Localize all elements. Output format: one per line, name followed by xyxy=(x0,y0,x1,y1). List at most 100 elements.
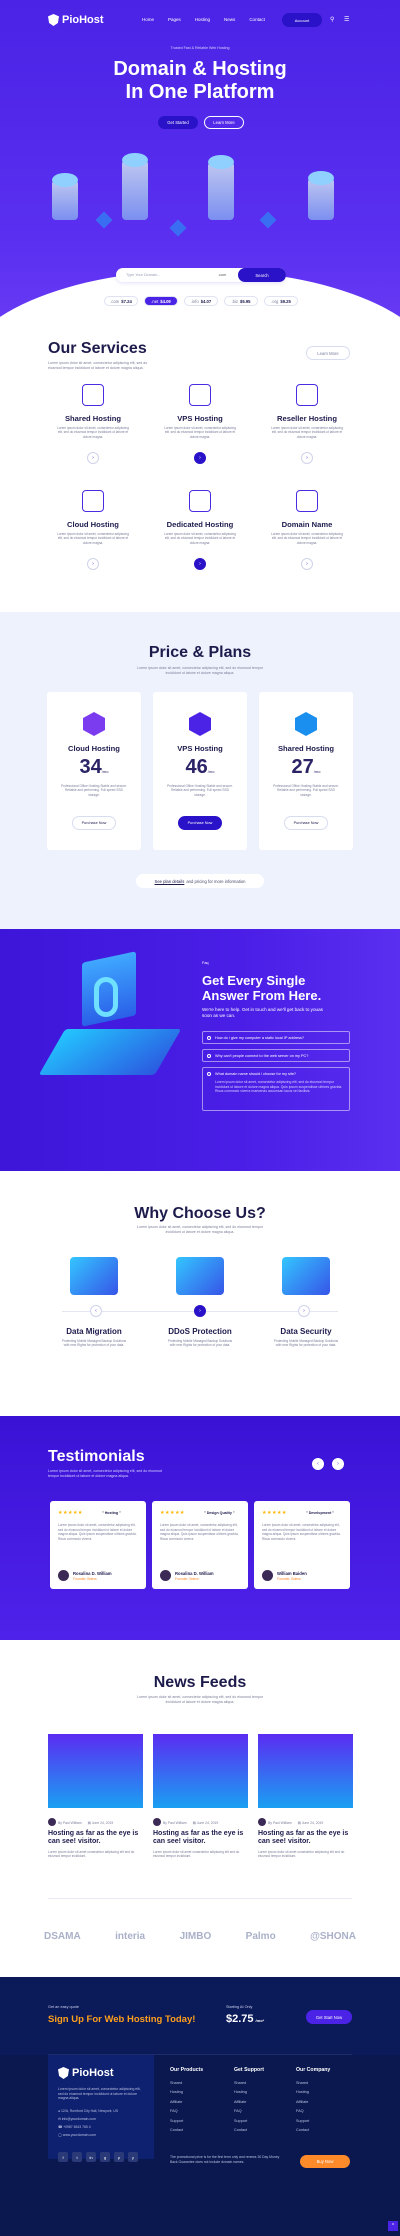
purchase-button[interactable]: Purchase Now xyxy=(178,816,222,830)
nav-item-contact[interactable]: Contact xyxy=(249,17,265,22)
buy-now-button[interactable]: Buy Now xyxy=(300,2155,350,2168)
news-title[interactable]: Hosting as far as the eye is can see! vi… xyxy=(153,1830,245,1847)
news-meta: By Paul William ▤June 24, 2019 xyxy=(48,1816,143,1826)
footer-link[interactable]: Hosting xyxy=(234,2090,294,2094)
social-icon[interactable]: p xyxy=(114,2152,124,2162)
footer-phone[interactable]: ☎ +0987 6543 765 4 xyxy=(58,2123,118,2131)
services-view-all-button[interactable]: Learn More xyxy=(306,346,350,360)
plan-name: Cloud Hosting xyxy=(68,744,120,753)
logo[interactable]: PioHost xyxy=(48,14,104,26)
footer-logo[interactable]: PioHost xyxy=(58,2067,114,2079)
brand-logos: DSAMA interia JIMBO Palmo @SHONA xyxy=(44,1931,356,1942)
footer-link[interactable]: Shared xyxy=(296,2081,356,2085)
footer-link[interactable]: Hosting xyxy=(296,2090,356,2094)
purchase-button[interactable]: Purchase Now xyxy=(72,816,116,830)
news-title[interactable]: Hosting as far as the eye is can see! vi… xyxy=(48,1830,140,1847)
nav-item-news[interactable]: News xyxy=(224,17,235,22)
faq-title: Get Every Single Answer From Here. xyxy=(202,973,322,1003)
service-arrow-icon[interactable]: › xyxy=(87,452,99,464)
footer-link[interactable]: Hosting xyxy=(170,2090,230,2094)
footer-promo: The promotional price is for the first t… xyxy=(170,2155,280,2164)
faq-question-3-open[interactable]: What domain name should i choose for my … xyxy=(202,1067,350,1111)
footer-link[interactable]: Shared xyxy=(170,2081,230,2085)
purchase-button[interactable]: Purchase Now xyxy=(284,816,328,830)
footer-link[interactable]: Support xyxy=(234,2119,294,2123)
news-image[interactable] xyxy=(153,1734,248,1808)
service-arrow-icon[interactable]: › xyxy=(301,558,313,570)
next-active-arrow-icon[interactable]: › xyxy=(194,1305,206,1317)
footer-link[interactable]: Support xyxy=(296,2119,356,2123)
cta-start-button[interactable]: Get Start Now xyxy=(306,2010,352,2024)
learn-more-button[interactable]: Learn More xyxy=(204,116,244,129)
service-arrow-icon[interactable]: › xyxy=(301,452,313,464)
get-started-button[interactable]: Get Started xyxy=(158,116,198,129)
service-arrow-icon[interactable]: › xyxy=(194,558,206,570)
lock-icon xyxy=(94,977,118,1017)
tld-chip[interactable]: .info $4.07 xyxy=(184,296,218,306)
news-image[interactable] xyxy=(48,1734,143,1808)
footer-link[interactable]: FAQ xyxy=(170,2109,230,2113)
plan-price-value: 46 xyxy=(185,756,208,778)
why-desc: Protecting Mobile Managed Backup Solutio… xyxy=(167,1339,233,1348)
cta-price-label: Starting At Only xyxy=(226,2005,253,2009)
tld-select[interactable]: .com xyxy=(218,273,226,277)
footer-link[interactable]: Support xyxy=(170,2119,230,2123)
social-icon[interactable]: g xyxy=(100,2152,110,2162)
social-icon[interactable]: f xyxy=(58,2152,68,2162)
news-excerpt: Lorem ipsum dolor sit amet consectetur a… xyxy=(48,1850,135,1859)
service-arrow-icon[interactable]: › xyxy=(87,558,99,570)
scroll-top-icon[interactable]: ^ xyxy=(388,2221,398,2231)
testimonial-next-arrow-icon[interactable]: › xyxy=(332,1458,344,1470)
testimonial-text: Lorem ipsum dolor sit amet, consectetur … xyxy=(160,1523,239,1541)
account-button[interactable]: Account xyxy=(282,13,322,27)
news-title[interactable]: Hosting as far as the eye is can see! vi… xyxy=(258,1830,350,1847)
footer-link[interactable]: Contact xyxy=(234,2128,294,2132)
search-icon[interactable]: ⚲ xyxy=(330,17,337,24)
footer-link[interactable]: Affiliate xyxy=(296,2100,356,2104)
next-arrow-icon[interactable]: › xyxy=(298,1305,310,1317)
rating-stars-icon: ★★★★★ xyxy=(58,1510,83,1516)
tld-chip[interactable]: .org $9.25 xyxy=(264,296,298,306)
faq-section: Faq Get Every Single Answer From Here. We… xyxy=(0,929,400,1171)
service-card: Shared Hosting Lorem ipsum dolor sit amet… xyxy=(55,374,131,474)
footer-link[interactable]: Contact xyxy=(170,2128,230,2132)
tld-name: .org xyxy=(271,298,279,304)
pricing-card: Cloud Hosting 34/mo Professional Office Ho… xyxy=(47,692,141,850)
footer-link[interactable]: Affiliate xyxy=(170,2100,230,2104)
footer-email[interactable]: ✉ info@yourdomain.com xyxy=(58,2115,118,2123)
nav-item-home[interactable]: Home xyxy=(142,17,154,22)
footer-link[interactable]: FAQ xyxy=(296,2109,356,2113)
tld-chip[interactable]: .com $7.24 xyxy=(104,296,138,306)
news-image[interactable] xyxy=(258,1734,353,1808)
testimonial-card: ★★★★★ " Hosting " Lorem ipsum dolor sit am… xyxy=(50,1501,146,1589)
footer-web[interactable]: ◯ www.yourdomain.com xyxy=(58,2131,118,2139)
tld-chip[interactable]: .biz $5.95 xyxy=(224,296,258,306)
cart-icon[interactable]: ☰ xyxy=(344,17,351,24)
footer-link[interactable]: FAQ xyxy=(234,2109,294,2113)
brand-logo: Palmo xyxy=(245,1931,276,1942)
prev-arrow-icon[interactable]: ‹ xyxy=(90,1305,102,1317)
calendar-icon: ▤ xyxy=(87,1821,91,1825)
testimonial-prev-arrow-icon[interactable]: ‹ xyxy=(312,1458,324,1470)
faq-question-1[interactable]: How do i give my computer a static local… xyxy=(202,1031,350,1044)
footer-link[interactable]: Shared xyxy=(234,2081,294,2085)
social-icon[interactable]: t xyxy=(72,2152,82,2162)
domain-search-button[interactable]: Search xyxy=(238,268,286,282)
service-name: VPS Hosting xyxy=(177,414,223,423)
footer-link[interactable]: Contact xyxy=(296,2128,356,2132)
footer-link[interactable]: Affiliate xyxy=(234,2100,294,2104)
social-icon[interactable]: in xyxy=(86,2152,96,2162)
nav-item-hosting[interactable]: Hosting xyxy=(195,17,210,22)
nav-item-pages[interactable]: Pages xyxy=(168,17,181,22)
faq-question-2[interactable]: Why can't people connect to the web serv… xyxy=(202,1049,350,1062)
server-icon xyxy=(82,490,104,512)
service-arrow-icon[interactable]: › xyxy=(194,452,206,464)
service-name: Shared Hosting xyxy=(64,414,122,423)
tld-chip[interactable]: .net $4.09 xyxy=(144,296,178,306)
plan-details-link[interactable]: See plan details xyxy=(155,879,185,884)
brand-logo: @SHONA xyxy=(310,1931,356,1942)
domain-search-input[interactable]: Type Your Domain... xyxy=(126,273,160,277)
plan-price: 46/mo xyxy=(153,756,247,779)
laptop-illustration xyxy=(38,951,182,1077)
social-icon[interactable]: y xyxy=(128,2152,138,2162)
